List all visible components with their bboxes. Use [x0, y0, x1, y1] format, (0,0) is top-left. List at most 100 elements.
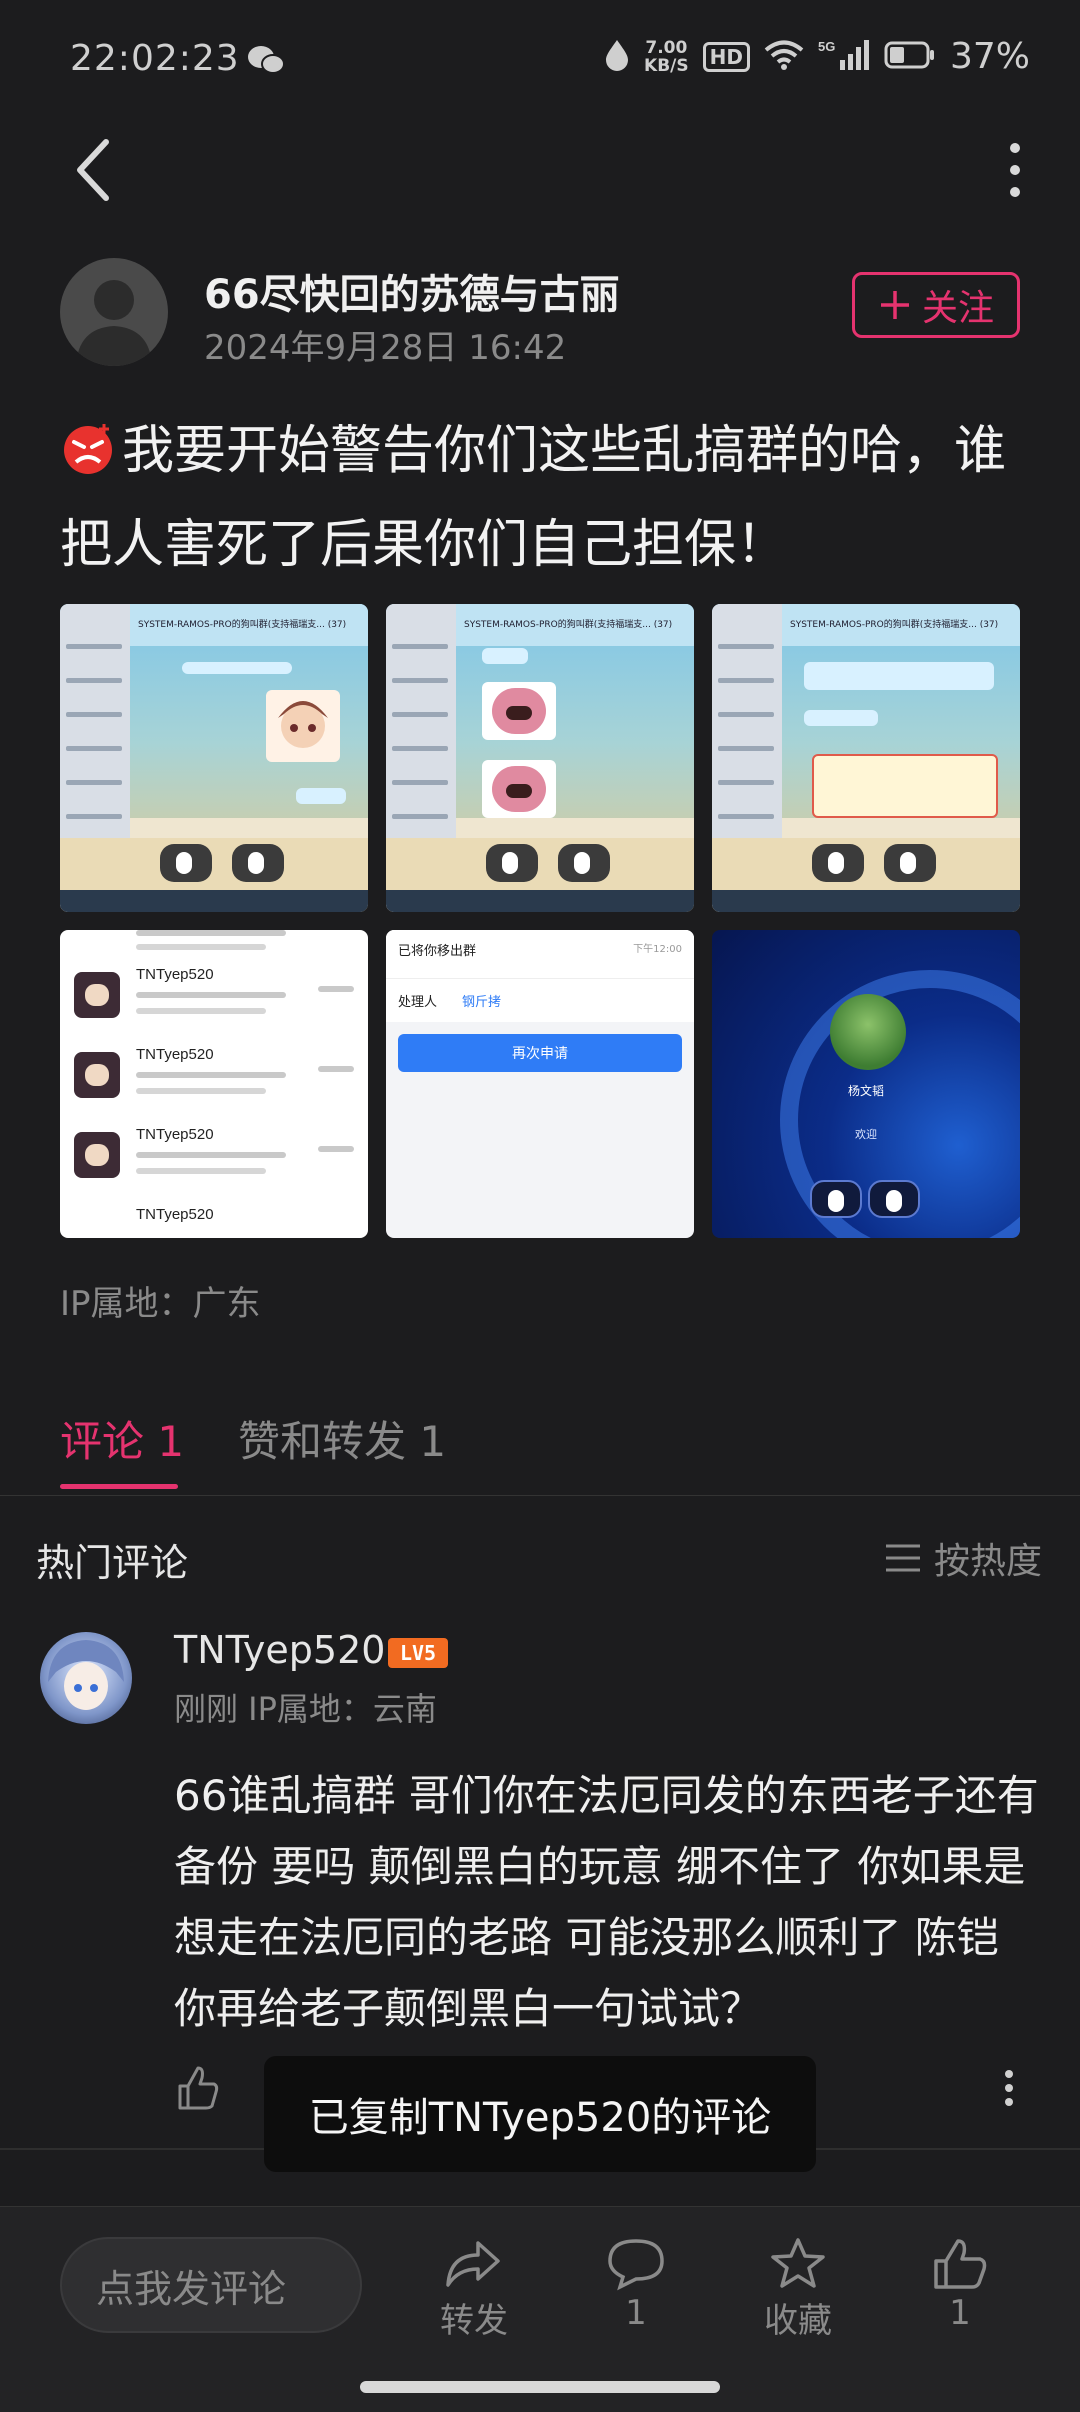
desktop-user-name: 杨文韬: [847, 1084, 884, 1098]
back-button[interactable]: [62, 130, 132, 210]
repost-label: 转发: [440, 2301, 508, 2341]
chat-toolbar: [782, 818, 1020, 838]
chat-bubble: [296, 788, 346, 804]
thumbs-up-icon: [178, 2066, 219, 2110]
hd-badge: HD: [702, 41, 750, 72]
post-image-5[interactable]: 已将你移出群 下午12:00 处理人 钢斤拷 再次申请: [386, 930, 694, 1238]
battery-icon: [884, 40, 936, 74]
status-time: 22:02:23: [70, 38, 240, 79]
comment-text[interactable]: 66谁乱搞群 哥们你在法厄同发的东西老子还有备份 要吗 颠倒黑白的玩意 绷不住了…: [174, 1760, 1044, 2044]
handler-label: 处理人: [398, 995, 438, 1010]
favorite-label: 收藏: [764, 2301, 832, 2341]
active-tab-indicator: [60, 1484, 178, 1489]
chat-bubble: [182, 662, 292, 674]
removed-title: 已将你移出群: [398, 944, 477, 959]
desktop-user-avatar: [830, 994, 906, 1070]
follow-label: 关注: [921, 287, 994, 328]
default-avatar-icon: [76, 280, 152, 366]
chat-toolbar: [456, 818, 694, 838]
list-name: TNTyep520: [136, 966, 214, 983]
author-header: 66尽快回的苏德与古丽 2024年9月28日 16:42 关注: [60, 258, 1020, 368]
reapply-button: 再次申请: [398, 1034, 682, 1072]
sticker-image: [266, 690, 340, 762]
home-indicator[interactable]: [360, 2381, 720, 2393]
more-options-button[interactable]: [990, 130, 1040, 210]
star-icon: [771, 2238, 825, 2288]
chat-title: SYSTEM-RAMOS-PRO的狗叫群(支持福瑞支... (37): [130, 604, 368, 646]
follow-button[interactable]: 关注: [852, 272, 1020, 338]
commenter-name[interactable]: TNTyep520: [174, 1628, 385, 1672]
comment-like-button[interactable]: [174, 2064, 222, 2116]
back-arrow-icon: [77, 139, 109, 201]
status-icons: 7.00 KB/S HD 5G 37%: [604, 36, 1030, 77]
post-date: 2024年9月28日 16:42: [204, 328, 567, 368]
comment-button[interactable]: 1: [576, 2237, 696, 2333]
author-avatar[interactable]: [60, 258, 168, 366]
image-grid: SYSTEM-RAMOS-PRO的狗叫群(支持福瑞支... (37) SYSTE…: [60, 604, 1020, 1238]
list-item: TNTyep520: [60, 1196, 368, 1238]
favorite-button[interactable]: 收藏: [738, 2237, 858, 2342]
list-avatar: [74, 1132, 120, 1178]
list-item: TNTyep520: [60, 1036, 368, 1116]
chat-title: SYSTEM-RAMOS-PRO的狗叫群(支持福瑞支... (37): [782, 604, 1020, 646]
eyes-overlay: [486, 844, 610, 882]
more-vertical-icon: [1010, 143, 1020, 197]
sort-label: 按热度: [933, 1541, 1042, 1582]
like-button[interactable]: 1: [900, 2237, 1020, 2333]
eyes-overlay: [160, 844, 284, 882]
list-name: TNTyep520: [136, 1206, 214, 1223]
sort-button[interactable]: 按热度: [884, 1532, 1042, 1584]
signal-icon: 5G: [818, 38, 870, 76]
list-avatar: [74, 972, 120, 1018]
wifi-icon: [764, 39, 804, 75]
handler-value: 钢斤拷: [462, 995, 502, 1010]
eyes-overlay: [810, 1180, 920, 1218]
list-name: TNTyep520: [136, 1126, 214, 1143]
comment-meta: 刚刚 IP属地：云南: [174, 1690, 437, 1728]
battery-percent: 37%: [949, 36, 1030, 77]
desktop-welcome: 欢迎: [855, 1128, 877, 1141]
taskbar: [60, 890, 368, 912]
comment-count: 1: [625, 2293, 647, 2333]
more-vertical-icon: [1005, 2070, 1013, 2106]
comment-more-button[interactable]: [994, 2064, 1024, 2116]
taskbar: [712, 890, 1020, 912]
author-name[interactable]: 66尽快回的苏德与古丽: [204, 262, 620, 320]
post-ip-location: IP属地：广东: [60, 1284, 261, 1324]
tab-comments[interactable]: 评论 1: [60, 1408, 184, 1469]
post-image-4[interactable]: TNTyep520 TNTyep520 TNTyep520 TNTyep520: [60, 930, 368, 1238]
eyes-overlay: [812, 844, 936, 882]
chat-title: SYSTEM-RAMOS-PRO的狗叫群(支持福瑞支... (37): [456, 604, 694, 646]
tab-likes-reposts[interactable]: 赞和转发 1: [238, 1408, 446, 1469]
commenter-avatar[interactable]: [40, 1632, 132, 1724]
removed-time: 下午12:00: [633, 944, 682, 955]
post-image-2[interactable]: SYSTEM-RAMOS-PRO的狗叫群(支持福瑞支... (37): [386, 604, 694, 912]
list-item: [60, 930, 368, 958]
chat-bubble: [804, 710, 878, 726]
post-image-3[interactable]: SYSTEM-RAMOS-PRO的狗叫群(支持福瑞支... (37): [712, 604, 1020, 912]
post-content: 我要开始警告你们这些乱搞群的哈，谁把人害死了后果你们自己担保！: [60, 404, 1020, 592]
repost-button[interactable]: 转发: [414, 2237, 534, 2342]
plus-icon: [880, 291, 909, 319]
top-nav: [0, 120, 1080, 280]
panda-sticker: [482, 760, 556, 818]
level-badge: LV5: [388, 1638, 448, 1668]
chat-toolbar: [130, 818, 368, 838]
panda-sticker: [482, 682, 556, 740]
list-name: TNTyep520: [136, 1046, 214, 1063]
angry-emoji-icon: [60, 412, 116, 474]
comment-input[interactable]: 点我发评论: [60, 2237, 362, 2333]
post-image-1[interactable]: SYSTEM-RAMOS-PRO的狗叫群(支持福瑞支... (37): [60, 604, 368, 912]
list-item: TNTyep520: [60, 956, 368, 1036]
post-image-6[interactable]: 杨文韬 欢迎: [712, 930, 1020, 1238]
highlighted-message: [812, 754, 998, 818]
hot-comments-heading: 热门评论: [36, 1541, 189, 1585]
comment-bubble-icon: [608, 2239, 664, 2291]
copied-toast: 已复制TNTyep520的评论: [264, 2056, 816, 2172]
alarm-icon: [604, 38, 630, 76]
comment-tabs: 评论 1 赞和转发 1: [0, 1390, 1080, 1496]
svg-text:5G: 5G: [818, 39, 835, 54]
chat-bubble: [482, 648, 528, 664]
list-item: TNTyep520: [60, 1116, 368, 1196]
bottom-action-bar: 点我发评论 转发 1 收藏 1: [0, 2206, 1080, 2412]
